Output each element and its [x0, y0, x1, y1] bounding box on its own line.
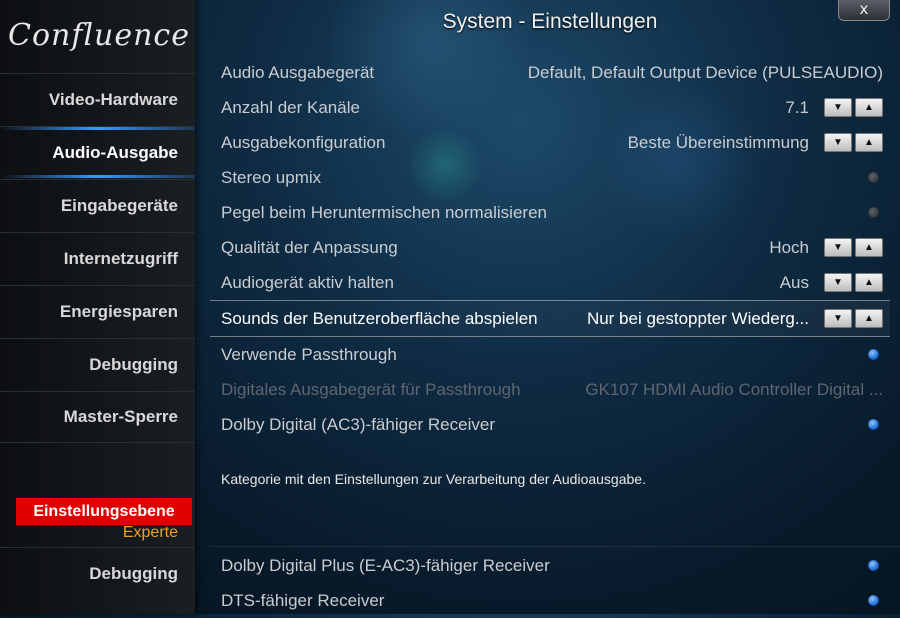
setting-normalize-downmix[interactable]: Pegel beim Heruntermischen normalisieren [210, 195, 890, 230]
sidebar-item-label: Energiesparen [59, 301, 178, 321]
setting-label: Stereo upmix [221, 167, 322, 187]
sidebar-item-label: Video-Hardware [48, 89, 178, 109]
settings-level-button[interactable]: Einstellungsebene [16, 498, 192, 525]
spin-down-icon[interactable]: ▼ [824, 98, 852, 117]
setting-label: DTS-fähiger Receiver [221, 590, 385, 610]
toggle-on-icon[interactable] [868, 349, 879, 360]
setting-passthrough-device: Digitales Ausgabegerät für Passthrough G… [210, 372, 890, 407]
setting-label: Dolby Digital Plus (E-AC3)-fähiger Recei… [221, 555, 550, 575]
sidebar-item-label: Master-Sperre [63, 407, 178, 426]
sidebar-item-label: Eingabegeräte [60, 195, 178, 215]
divider [210, 546, 900, 547]
setting-resample-quality[interactable]: Qualität der Anpassung Hoch ▼ ▲ [210, 230, 890, 265]
spin-up-icon[interactable]: ▲ [855, 309, 883, 328]
spin-up-icon[interactable]: ▲ [855, 238, 883, 257]
spin-control: ▼ ▲ [821, 309, 883, 328]
sidebar-item-debugging-bottom[interactable]: Debugging [0, 547, 195, 599]
setting-ac3-receiver[interactable]: Dolby Digital (AC3)-fähiger Receiver [210, 407, 890, 442]
sidebar-item-label: Internetzugriff [63, 248, 178, 268]
sidebar-item-master-lock[interactable]: Master-Sperre [0, 391, 195, 443]
settings-level-value: Experte [122, 524, 178, 541]
setting-stereo-upmix[interactable]: Stereo upmix [210, 160, 890, 195]
spin-up-icon[interactable]: ▲ [855, 133, 883, 152]
sidebar-item-internet-access[interactable]: Internetzugriff [0, 232, 195, 284]
category-description: Kategorie mit den Einstellungen zur Vera… [221, 471, 646, 487]
spin-control: ▼ ▲ [821, 133, 883, 152]
spin-control: ▼ ▲ [821, 238, 883, 257]
setting-audio-output-device[interactable]: Audio Ausgabegerät Default, Default Outp… [210, 55, 890, 90]
toggle-on-icon[interactable] [868, 595, 879, 606]
setting-label: Sounds der Benutzeroberfläche abspielen [221, 308, 538, 328]
setting-label: Ausgabekonfiguration [221, 132, 386, 152]
setting-value: GK107 HDMI Audio Controller Digital ... [585, 379, 883, 399]
close-icon: x [859, 0, 869, 18]
sidebar-item-video-hardware[interactable]: Video-Hardware [0, 73, 195, 125]
toggle-on-icon[interactable] [868, 419, 879, 430]
setting-gui-sounds[interactable]: Sounds der Benutzeroberfläche abspielen … [210, 300, 890, 337]
sidebar: Confluence Video-Hardware Audio-Ausgabe … [0, 0, 195, 614]
setting-value: Nur bei gestoppter Wiederg... [586, 308, 809, 328]
setting-label: Anzahl der Kanäle [221, 97, 360, 117]
setting-dts-receiver[interactable]: DTS-fähiger Receiver [210, 583, 890, 618]
setting-value: Aus [779, 272, 809, 292]
app-logo: Confluence [8, 18, 190, 53]
setting-value: Beste Übereinstimmung [627, 132, 809, 152]
spin-down-icon[interactable]: ▼ [824, 273, 852, 292]
setting-channel-count[interactable]: Anzahl der Kanäle 7.1 ▼ ▲ [210, 90, 890, 125]
spin-down-icon[interactable]: ▼ [824, 238, 852, 257]
toggle-off-icon[interactable] [868, 207, 879, 218]
setting-value: 7.1 [785, 97, 809, 117]
spin-down-icon[interactable]: ▼ [824, 309, 852, 328]
spin-control: ▼ ▲ [821, 98, 883, 117]
spin-up-icon[interactable]: ▲ [855, 273, 883, 292]
setting-label: Verwende Passthrough [221, 344, 397, 364]
sidebar-item-label: Debugging [89, 354, 178, 374]
close-button[interactable]: x [838, 0, 890, 21]
setting-label: Qualität der Anpassung [221, 237, 398, 257]
spin-down-icon[interactable]: ▼ [824, 133, 852, 152]
sidebar-item-label: Debugging [89, 563, 178, 583]
setting-label: Audiogerät aktiv halten [221, 272, 394, 292]
setting-use-passthrough[interactable]: Verwende Passthrough [210, 337, 890, 372]
sidebar-item-label: Audio-Ausgabe [52, 142, 178, 162]
setting-eac3-receiver[interactable]: Dolby Digital Plus (E-AC3)-fähiger Recei… [210, 548, 890, 583]
page-title: System - Einstellungen [442, 10, 658, 33]
toggle-on-icon[interactable] [868, 560, 879, 571]
setting-label: Pegel beim Heruntermischen normalisieren [221, 202, 547, 222]
setting-label: Audio Ausgabegerät [221, 62, 375, 82]
setting-keep-device-alive[interactable]: Audiogerät aktiv halten Aus ▼ ▲ [210, 265, 890, 300]
setting-label: Dolby Digital (AC3)-fähiger Receiver [221, 414, 495, 434]
sidebar-item-input-devices[interactable]: Eingabegeräte [0, 179, 195, 231]
sidebar-item-power-saving[interactable]: Energiesparen [0, 285, 195, 337]
setting-output-config[interactable]: Ausgabekonfiguration Beste Übereinstimmu… [210, 125, 890, 160]
setting-value: Hoch [769, 237, 809, 257]
sidebar-item-debugging[interactable]: Debugging [0, 338, 195, 390]
setting-value: Default, Default Output Device (PULSEAUD… [527, 62, 883, 82]
sidebar-item-audio-output[interactable]: Audio-Ausgabe [0, 126, 195, 178]
toggle-off-icon[interactable] [868, 172, 879, 183]
spin-up-icon[interactable]: ▲ [855, 98, 883, 117]
spin-control: ▼ ▲ [821, 273, 883, 292]
setting-label: Digitales Ausgabegerät für Passthrough [221, 379, 521, 399]
